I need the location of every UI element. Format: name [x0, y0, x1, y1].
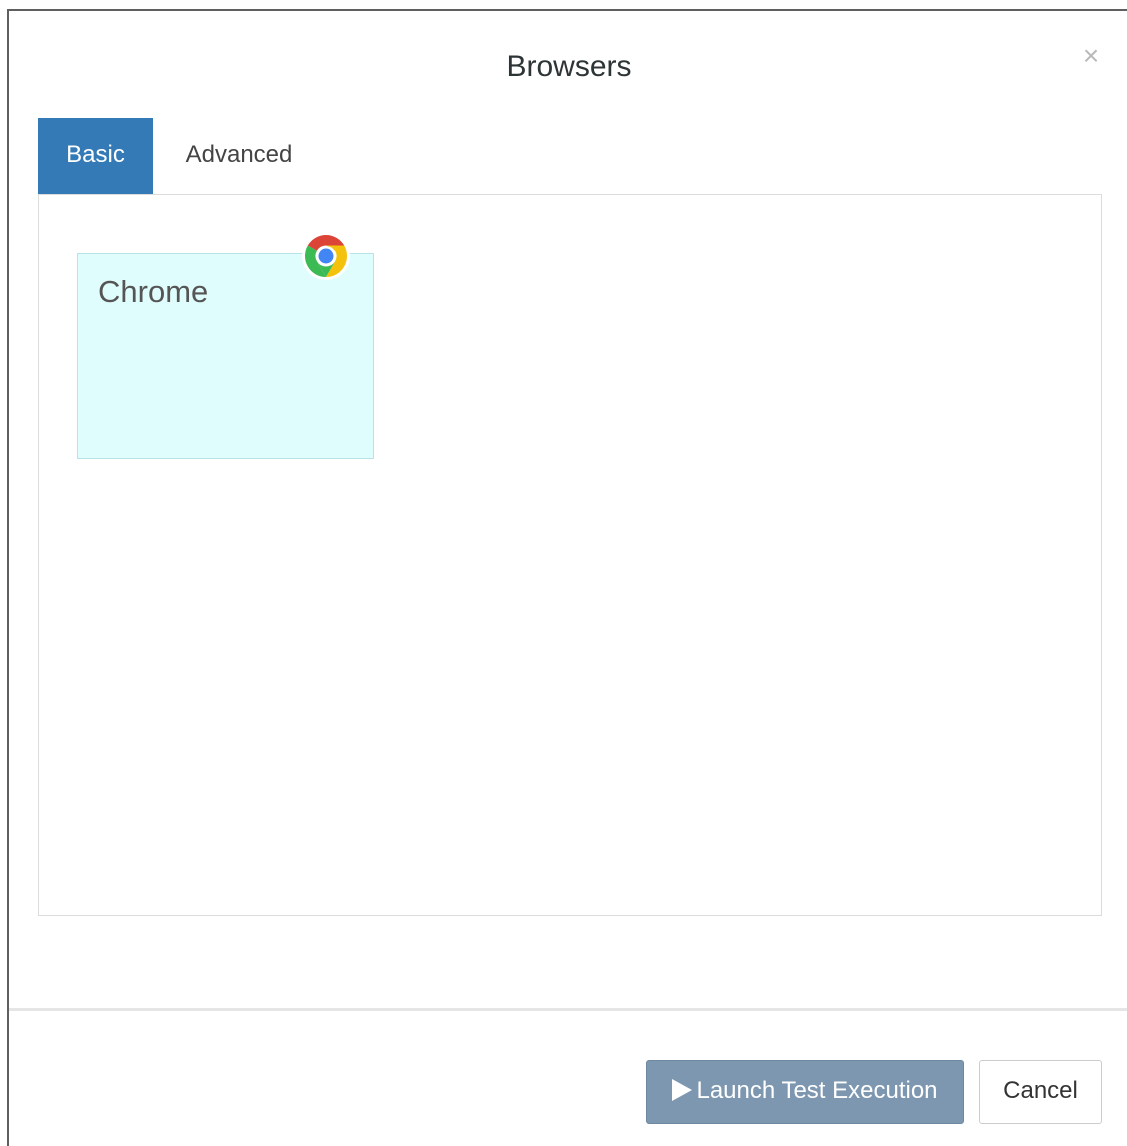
- browser-card-chrome[interactable]: Chrome: [77, 232, 374, 459]
- launch-button-label: Launch Test Execution: [696, 1077, 938, 1104]
- tab-advanced[interactable]: Advanced: [154, 118, 324, 195]
- cancel-button[interactable]: Cancel: [979, 1060, 1102, 1124]
- close-icon[interactable]: ×: [1079, 41, 1103, 71]
- chrome-icon: [302, 232, 350, 280]
- launch-test-execution-button[interactable]: Launch Test Execution: [646, 1060, 964, 1124]
- tab-basic[interactable]: Basic: [38, 118, 153, 195]
- play-icon: [672, 1079, 693, 1101]
- browsers-modal: Browsers × Basic Advanced Chrome Launch …: [7, 9, 1127, 1146]
- tab-panel-basic: Chrome: [38, 194, 1102, 916]
- modal-title: Browsers: [506, 50, 632, 83]
- footer-divider: [9, 1008, 1127, 1011]
- browser-name: Chrome: [98, 274, 209, 309]
